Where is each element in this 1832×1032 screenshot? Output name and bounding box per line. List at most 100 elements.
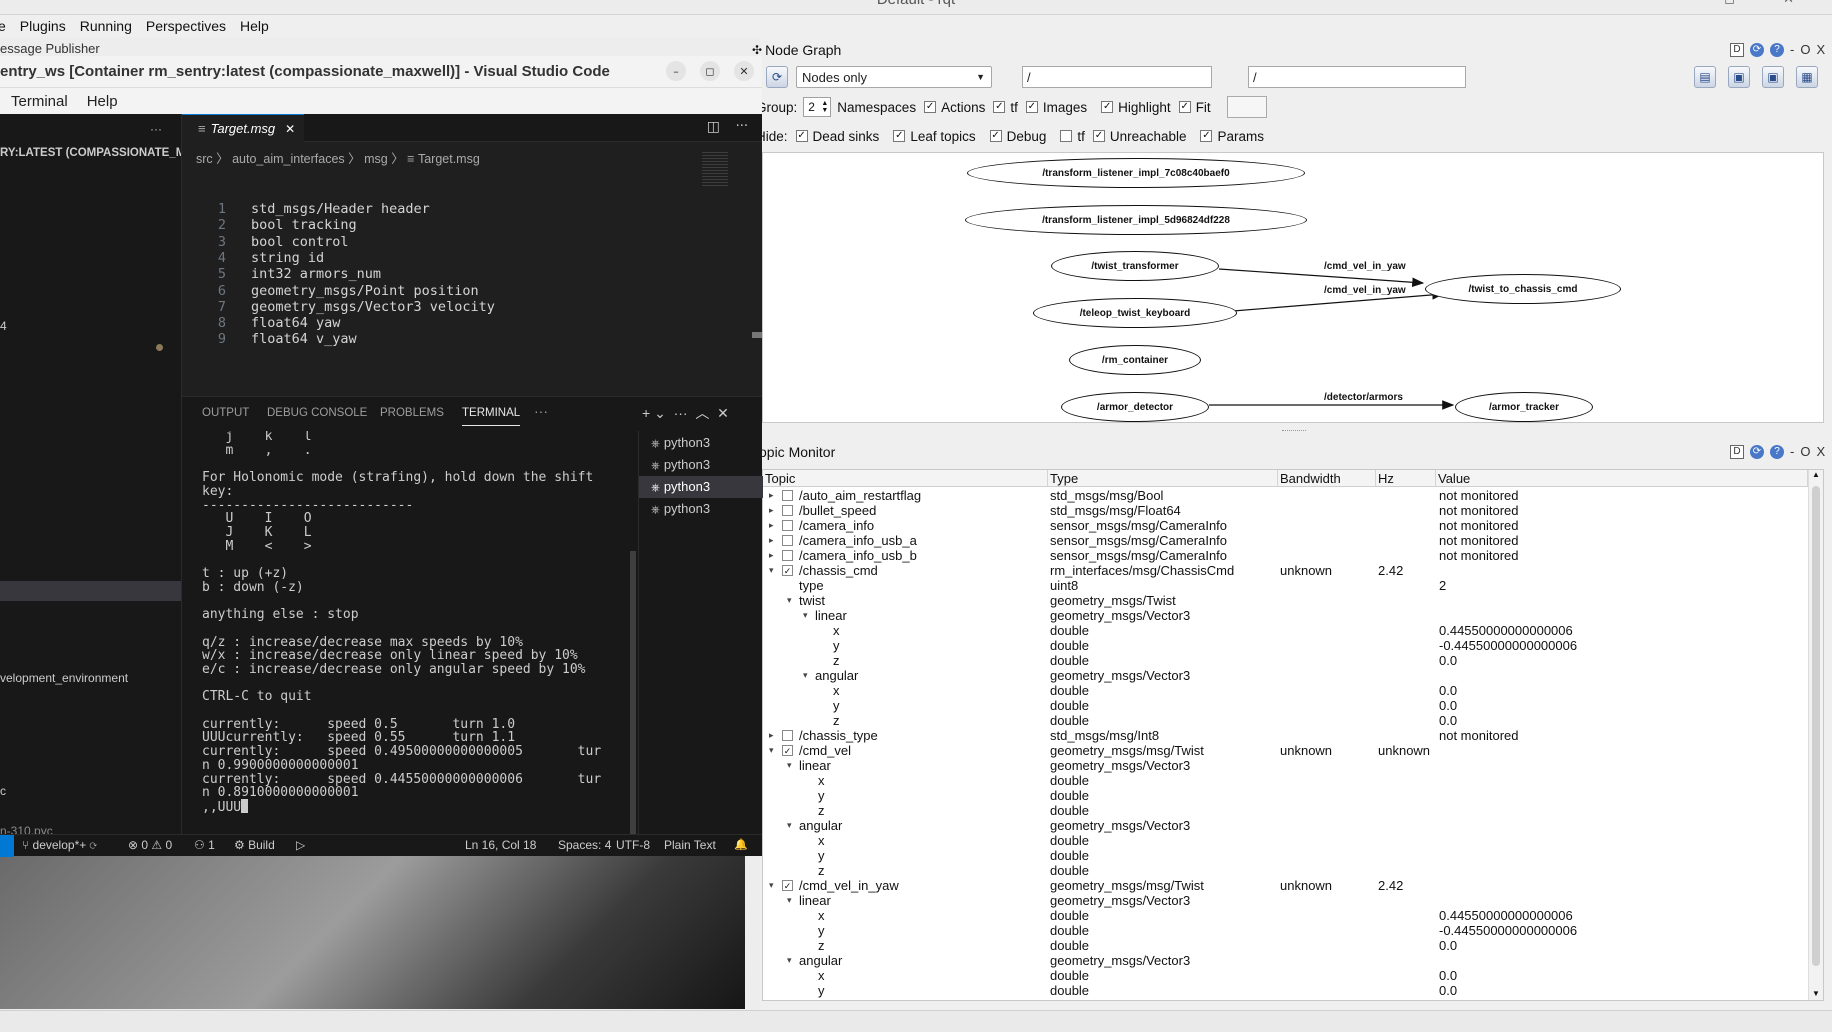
terminal-scrollbar[interactable] xyxy=(628,431,638,841)
explorer-folder-header[interactable]: RY:LATEST (COMPASSIONATE_M... xyxy=(0,147,181,159)
editor-more-icon[interactable]: ··· xyxy=(736,119,748,134)
table-row[interactable]: x double 0.0 xyxy=(763,968,1808,983)
topic-checkbox[interactable] xyxy=(782,730,793,741)
expand-arrow-icon[interactable]: ▾ xyxy=(769,563,774,578)
menu-running[interactable]: Running xyxy=(80,18,132,34)
table-row[interactable]: x double xyxy=(763,773,1808,788)
tab-problems[interactable]: PROBLEMS xyxy=(380,407,444,419)
tm-dock-dash-button[interactable]: - xyxy=(1790,444,1794,459)
col-hz[interactable]: Hz xyxy=(1376,470,1436,487)
expand-arrow-icon[interactable]: ▸ xyxy=(769,503,774,518)
table-row[interactable]: ▾ ✓ /cmd_vel geometry_msgs/msg/Twist unknown… xyxy=(763,743,1808,758)
table-row[interactable]: x double 0.0 xyxy=(763,683,1808,698)
menu-perspectives[interactable]: Perspectives xyxy=(146,18,226,34)
menu-file[interactable]: e xyxy=(0,18,6,34)
breadcrumb[interactable]: src 〉 auto_aim_interfaces 〉 msg 〉 ≡ Targ… xyxy=(196,148,480,167)
expand-arrow-icon[interactable]: ▾ xyxy=(769,743,774,758)
reload-icon[interactable]: ⟳ xyxy=(1750,42,1764,57)
params-checkbox[interactable]: ✓ xyxy=(1200,130,1213,142)
topic-table-scrollbar[interactable]: ▲ ▼ xyxy=(1808,470,1823,1000)
table-row[interactable]: ▸ /camera_info_usb_a sensor_msgs/msg/Camer… xyxy=(763,533,1808,548)
save-svg-button[interactable]: ▣ xyxy=(1762,66,1784,88)
explorer-selected-row[interactable] xyxy=(0,581,181,601)
explorer-item-4[interactable]: 4 xyxy=(0,319,7,333)
remote-indicator[interactable] xyxy=(0,835,14,857)
run-icon[interactable]: ▷ xyxy=(296,838,305,852)
leaf-topics-checkbox[interactable]: ✓ xyxy=(893,130,906,142)
expand-arrow-icon[interactable]: ▾ xyxy=(803,608,808,623)
tm-dock-float-button[interactable]: O xyxy=(1800,444,1810,459)
scroll-down-icon[interactable]: ▼ xyxy=(1812,989,1820,998)
table-row[interactable]: ▾ linear geometry_msgs/Vector3 xyxy=(763,608,1808,623)
topic-checkbox[interactable] xyxy=(782,550,793,561)
table-row[interactable]: ▾ angular geometry_msgs/Vector3 xyxy=(763,953,1808,968)
splitter-handle[interactable] xyxy=(1282,430,1306,433)
group-spinbox[interactable]: 2 ▲ ▼ xyxy=(803,97,832,117)
menu-vs-help[interactable]: Help xyxy=(87,93,118,110)
panel-tabs-more-icon[interactable]: ··· xyxy=(534,403,548,419)
fit-checkbox[interactable]: ✓ xyxy=(1178,101,1191,113)
node-transform-listener-b[interactable]: /transform_listener_impl_5d96824df228 xyxy=(965,205,1307,235)
node-filter-input[interactable]: / xyxy=(1022,66,1212,88)
terminal-list-item[interactable]: ⎈ python3 xyxy=(639,454,763,476)
table-row[interactable]: ▾ linear geometry_msgs/Vector3 xyxy=(763,893,1808,908)
editor-scrollbar[interactable] xyxy=(752,332,762,338)
table-row[interactable]: ▸ /camera_info sensor_msgs/msg/CameraInfo n… xyxy=(763,518,1808,533)
load-dot-button[interactable]: ▤ xyxy=(1694,66,1716,88)
table-row[interactable]: ▸ /camera_info_usb_b sensor_msgs/msg/Camer… xyxy=(763,548,1808,563)
expand-arrow-icon[interactable]: ▾ xyxy=(803,668,808,683)
save-dot-button[interactable]: ▣ xyxy=(1728,66,1750,88)
table-row[interactable]: x double xyxy=(763,833,1808,848)
problems-status[interactable]: ⊗ 0 ⚠ 0 xyxy=(128,838,172,852)
language-status[interactable]: Plain Text xyxy=(664,838,716,852)
explorer-more-button[interactable]: ··· xyxy=(150,122,162,136)
git-branch-status[interactable]: ⑂ develop*+ ⟳ xyxy=(22,838,97,852)
tm-help-icon[interactable]: ? xyxy=(1770,444,1784,459)
topic-filter-input[interactable]: / xyxy=(1248,66,1466,88)
table-row[interactable]: z double 0.0 xyxy=(763,938,1808,953)
table-row[interactable]: z double xyxy=(763,863,1808,878)
table-row[interactable]: ▾ ✓ /cmd_vel_in_yaw geometry_msgs/msg/Twist… xyxy=(763,878,1808,893)
topic-checkbox[interactable] xyxy=(782,535,793,546)
col-value[interactable]: Value xyxy=(1436,470,1808,487)
topic-checkbox[interactable] xyxy=(782,490,793,501)
terminal-scroll-thumb[interactable] xyxy=(630,551,636,836)
minimap[interactable] xyxy=(702,152,728,188)
explorer-item-c[interactable]: c xyxy=(0,784,6,798)
topic-checkbox[interactable]: ✓ xyxy=(782,880,793,891)
help-icon[interactable]: ? xyxy=(1770,42,1784,57)
notifications-bell-icon[interactable]: 🔔 xyxy=(734,838,748,851)
terminal-list-item[interactable]: ⎈ python3 xyxy=(639,432,763,454)
dock-float-button[interactable]: O xyxy=(1800,42,1810,57)
images-checkbox[interactable]: ✓ xyxy=(1025,101,1038,113)
dead-sinks-checkbox[interactable]: ✓ xyxy=(795,130,808,142)
table-row[interactable]: x double 0.44550000000000006 xyxy=(763,908,1808,923)
table-row[interactable]: ▸ /chassis_type std_msgs/msg/Int8 not monit… xyxy=(763,728,1808,743)
unreachable-checkbox[interactable]: ✓ xyxy=(1092,130,1105,142)
terminal-output[interactable]: j k l m , . For Holonomic mode (strafing)… xyxy=(182,431,628,841)
node-armor-detector[interactable]: /armor_detector xyxy=(1061,392,1209,422)
table-row[interactable]: x double 0.44550000000000006 xyxy=(763,623,1808,638)
node-transform-listener-a[interactable]: /transform_listener_impl_7c08c40baef0 xyxy=(967,158,1305,188)
tab-target-msg[interactable]: ≡ Target.msg ✕ xyxy=(182,114,304,142)
col-topic[interactable]: Topic xyxy=(763,470,1048,487)
split-editor-icon[interactable]: ◫ xyxy=(707,119,720,135)
actions-checkbox[interactable]: ✓ xyxy=(924,101,937,113)
tm-dock-d-button[interactable]: D xyxy=(1730,444,1744,459)
tab-debug-console[interactable]: DEBUG CONSOLE xyxy=(267,407,367,419)
expand-arrow-icon[interactable]: ▾ xyxy=(787,818,792,833)
node-rm-container[interactable]: /rm_container xyxy=(1069,345,1201,375)
dock-d-button[interactable]: D xyxy=(1730,42,1744,57)
terminal-list-item[interactable]: ⎈ python3 xyxy=(639,476,763,498)
minimize-button[interactable]: – xyxy=(666,61,686,81)
table-row[interactable]: z double 0.0 xyxy=(763,713,1808,728)
save-image-button[interactable]: ▦ xyxy=(1796,66,1818,88)
code-line[interactable]: 9 float64 v_yaw xyxy=(182,330,357,349)
menu-plugins[interactable]: Plugins xyxy=(20,18,66,34)
expand-arrow-icon[interactable]: ▾ xyxy=(787,758,792,773)
terminal-list-item[interactable]: ⎈ python3 xyxy=(639,498,763,520)
table-row[interactable]: ▾ linear geometry_msgs/Vector3 xyxy=(763,758,1808,773)
scrollbar-thumb[interactable] xyxy=(1812,486,1820,966)
fit-in-view-button[interactable] xyxy=(1226,96,1267,118)
table-row[interactable]: z double xyxy=(763,803,1808,818)
